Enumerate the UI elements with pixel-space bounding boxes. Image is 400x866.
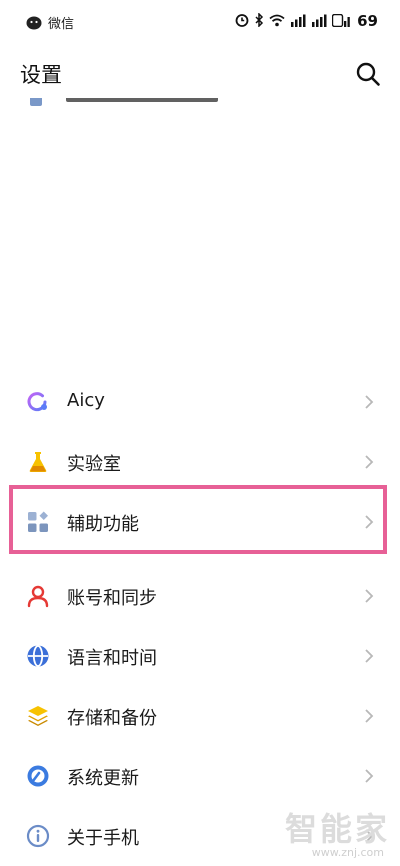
scrolled-off-item	[0, 98, 400, 114]
scrolled-item-text	[66, 98, 218, 102]
settings-item-account-sync[interactable]: 账号和同步	[0, 566, 400, 626]
status-icons	[230, 13, 352, 27]
hd-signal-icon	[332, 13, 350, 27]
battery-level: 69	[357, 12, 378, 30]
status-app-label: 微信	[48, 17, 75, 32]
settings-item-label: Aicy	[67, 390, 105, 411]
system-update-icon	[27, 765, 49, 787]
settings-item-language-time[interactable]: 语言和时间	[0, 626, 400, 686]
settings-item-label: 账号和同步	[67, 588, 157, 609]
globe-icon	[27, 645, 49, 667]
storage-layers-icon	[28, 706, 48, 726]
watermark: 智能家 www.znj.com	[280, 804, 390, 860]
watermark-logo: 智能家	[284, 810, 390, 848]
settings-item-aicy[interactable]: Aicy	[0, 372, 400, 432]
settings-item-label: 存储和备份	[67, 708, 157, 729]
chevron-right-icon	[365, 769, 374, 783]
chevron-right-icon	[365, 395, 374, 409]
alarm-icon	[235, 14, 249, 27]
wechat-icon	[26, 16, 42, 29]
status-bar: 微信 69	[0, 0, 400, 44]
settings-item-label: 关于手机	[67, 828, 139, 849]
chevron-right-icon	[365, 589, 374, 603]
header: 设置	[0, 48, 400, 98]
chevron-right-icon	[365, 709, 374, 723]
settings-item-label: 语言和时间	[67, 648, 157, 669]
info-icon	[26, 824, 50, 848]
status-notification: 微信	[26, 13, 74, 32]
settings-item-label: 实验室	[67, 454, 121, 475]
scrolled-item-icon	[30, 98, 42, 106]
signal-sim1-icon	[291, 14, 306, 27]
account-icon	[27, 585, 49, 608]
aicy-icon	[27, 392, 47, 412]
chevron-right-icon	[365, 455, 374, 469]
settings-item-lab[interactable]: 实验室	[0, 432, 400, 492]
page-title: 设置	[20, 63, 62, 87]
bluetooth-icon	[255, 13, 264, 27]
wifi-icon	[269, 14, 285, 26]
settings-item-label: 系统更新	[67, 768, 139, 789]
search-icon[interactable]	[354, 60, 382, 88]
settings-item-system-update[interactable]: 系统更新	[0, 746, 400, 806]
signal-sim2-icon	[312, 14, 327, 27]
watermark-url: www.znj.com	[311, 846, 384, 859]
chevron-right-icon	[365, 649, 374, 663]
settings-item-storage-backup[interactable]: 存储和备份	[0, 686, 400, 746]
highlight-box	[9, 485, 387, 554]
flask-icon	[29, 452, 47, 472]
